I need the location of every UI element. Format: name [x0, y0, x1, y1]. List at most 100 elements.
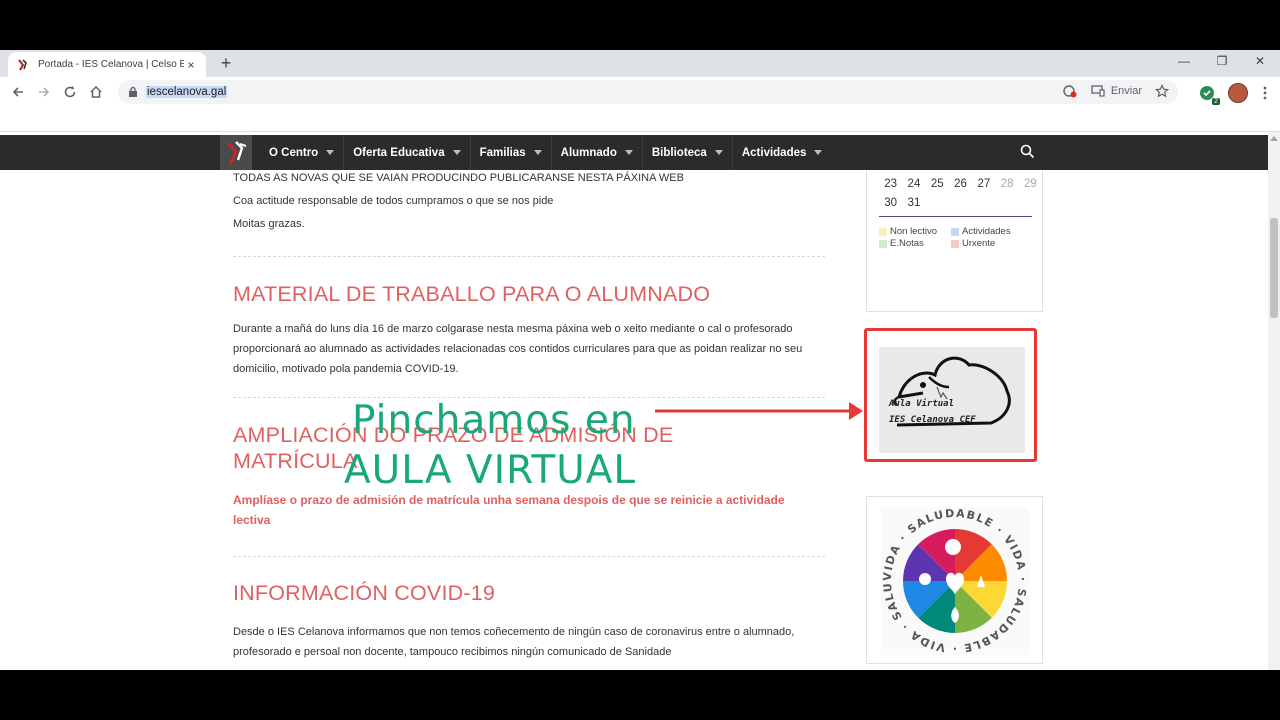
- calendar-week: 23 24 25 26 27 28 29: [879, 178, 1042, 190]
- site-favicon-icon: [16, 58, 30, 72]
- tab-title: Portada - IES Celanova | Celso En: [38, 59, 184, 70]
- legend-enotas: E.Notas: [879, 238, 924, 249]
- calendar-week: 30 31: [879, 197, 926, 209]
- legend-actividades: Actividades: [951, 226, 1011, 237]
- video-frame: Portada - IES Celanova | Celso En × + — …: [0, 0, 1280, 720]
- legend-label: Actividades: [962, 226, 1011, 237]
- scroll-up-icon[interactable]: [1270, 136, 1278, 141]
- intro-line: Moitas grazas.: [233, 218, 305, 230]
- overlay-caption-line-2: AULA VIRTUAL: [344, 448, 637, 493]
- calendar-day[interactable]: 23: [879, 178, 902, 190]
- post-title[interactable]: MATERIAL DE TRABALLO PARA O ALUMNADO: [233, 281, 825, 307]
- legend-label: Urxente: [962, 238, 996, 249]
- forward-icon[interactable]: [31, 79, 57, 105]
- bookmark-bar: [0, 107, 1280, 132]
- browser-window: Portada - IES Celanova | Celso En × + — …: [0, 50, 1280, 670]
- legend-label: E.Notas: [890, 238, 924, 249]
- nav-item-label: Actividades: [741, 146, 807, 159]
- nav-item-actividades[interactable]: Actividades: [733, 135, 832, 170]
- site-logo-icon[interactable]: [220, 135, 252, 170]
- post-divider: [233, 556, 825, 557]
- search-icon[interactable]: [1020, 144, 1036, 160]
- cookie-blocked-icon[interactable]: [1062, 83, 1078, 99]
- nav-item-oferta-educativa[interactable]: Oferta Educativa: [344, 135, 471, 170]
- lock-icon[interactable]: [126, 85, 140, 99]
- vida-saludable-banner[interactable]: VIDA · SALUDABLE · VIDA · SALUDABLE · VI…: [862, 487, 1043, 664]
- home-icon[interactable]: [83, 79, 109, 105]
- overlay-caption-line-1: Pinchamos en: [352, 398, 636, 443]
- extension-badge: 2: [1212, 98, 1220, 105]
- browser-toolbar: iescelanova.gal Enviar 2: [0, 77, 1280, 107]
- post-title[interactable]: INFORMACIÓN COVID-19: [233, 580, 825, 606]
- page-scrollbar[interactable]: [1268, 132, 1280, 670]
- annotation-arrow: [655, 402, 863, 420]
- calendar-day[interactable]: 27: [972, 178, 995, 190]
- site-navigation: O Centro Oferta Educativa Familias Alumn…: [0, 135, 1268, 170]
- caret-down-icon: [452, 150, 461, 155]
- calendar-divider: [879, 216, 1032, 217]
- bookmark-star-icon[interactable]: [1154, 83, 1170, 99]
- aula-virtual-image[interactable]: Aula Virtual IES Celanova CEF: [879, 347, 1025, 453]
- nav-item-label: Alumnado: [560, 146, 617, 159]
- legend-label: Non lectivo: [890, 226, 937, 237]
- legend-non-lectivo: Non lectivo: [879, 226, 937, 237]
- nav-item-alumnado[interactable]: Alumnado: [552, 135, 643, 170]
- caret-down-icon: [814, 150, 823, 155]
- cast-icon: [1090, 83, 1106, 99]
- aula-virtual-banner[interactable]: Aula Virtual IES Celanova CEF: [864, 328, 1037, 462]
- calendar-day[interactable]: 25: [926, 178, 949, 190]
- calendar-day[interactable]: 30: [879, 197, 902, 209]
- send-button[interactable]: Enviar: [1090, 83, 1142, 99]
- nav-item-label: Oferta Educativa: [353, 146, 445, 159]
- intro-line: Coa actitude responsable de todos cumpra…: [233, 195, 554, 207]
- calendar-day[interactable]: 29: [1019, 178, 1042, 190]
- menu-dots-icon[interactable]: [1258, 80, 1272, 106]
- post-body: Desde o IES Celanova informamos que non …: [233, 626, 795, 658]
- tab-close-icon[interactable]: ×: [184, 58, 198, 72]
- post-body: Durante a mañá do luns día 16 de marzo c…: [233, 323, 803, 375]
- new-tab-button[interactable]: +: [216, 53, 236, 73]
- calendar-day[interactable]: 31: [902, 197, 925, 209]
- calendar-widget: 23 24 25 26 27 28 29 30 31 Non lectivo A…: [866, 170, 1043, 312]
- legend-urxente: Urxente: [951, 238, 995, 249]
- legend-swatch: [879, 227, 887, 236]
- url-text[interactable]: iescelanova.gal: [146, 86, 228, 98]
- caret-down-icon: [714, 150, 723, 155]
- reload-icon[interactable]: [57, 79, 83, 105]
- close-window-icon[interactable]: ✕: [1250, 54, 1270, 68]
- browser-tab[interactable]: Portada - IES Celanova | Celso En ×: [8, 52, 206, 77]
- aula-line-1: Aula Virtual: [889, 399, 955, 409]
- site-nav-inner: O Centro Oferta Educativa Familias Alumn…: [220, 135, 1042, 170]
- nav-item-biblioteca[interactable]: Biblioteca: [643, 135, 733, 170]
- scroll-thumb[interactable]: [1270, 218, 1278, 318]
- caret-down-icon: [326, 150, 335, 155]
- caret-down-icon: [533, 150, 542, 155]
- post-divider: [233, 256, 825, 257]
- calendar-day[interactable]: 28: [995, 178, 1018, 190]
- send-label: Enviar: [1110, 85, 1142, 97]
- address-bar[interactable]: iescelanova.gal Enviar: [118, 80, 1178, 104]
- intro-line: TODAS AS NOVAS QUE SE VAIAN PRODUCINDO P…: [233, 172, 684, 184]
- calendar-day[interactable]: 24: [902, 178, 925, 190]
- legend-swatch: [951, 227, 959, 236]
- vida-saludable-logo: VIDA · SALUDABLE · VIDA · SALUDABLE · VI…: [862, 487, 1029, 655]
- post-body: Amplíase o prazo de admisión de matrícul…: [233, 493, 785, 527]
- maximize-icon[interactable]: ❐: [1212, 54, 1232, 68]
- aula-line-2: IES Celanova CEF: [889, 415, 976, 425]
- address-bar-actions: Enviar: [1062, 83, 1170, 99]
- toolbar-right: 2: [1196, 80, 1272, 106]
- nav-item-label: Biblioteca: [651, 146, 707, 159]
- nav-item-o-centro[interactable]: O Centro: [260, 135, 345, 170]
- caret-down-icon: [624, 150, 633, 155]
- nav-item-label: Familias: [479, 146, 526, 159]
- extension-icon[interactable]: 2: [1196, 82, 1220, 105]
- back-icon[interactable]: [5, 79, 31, 105]
- minimize-icon[interactable]: —: [1174, 54, 1194, 68]
- calendar-day[interactable]: 26: [949, 178, 972, 190]
- nav-item-familias[interactable]: Familias: [471, 135, 552, 170]
- nav-item-label: O Centro: [269, 146, 319, 159]
- legend-swatch: [951, 239, 959, 248]
- profile-avatar[interactable]: [1228, 83, 1248, 103]
- legend-swatch: [879, 239, 887, 248]
- tab-strip: Portada - IES Celanova | Celso En × + — …: [0, 50, 1280, 77]
